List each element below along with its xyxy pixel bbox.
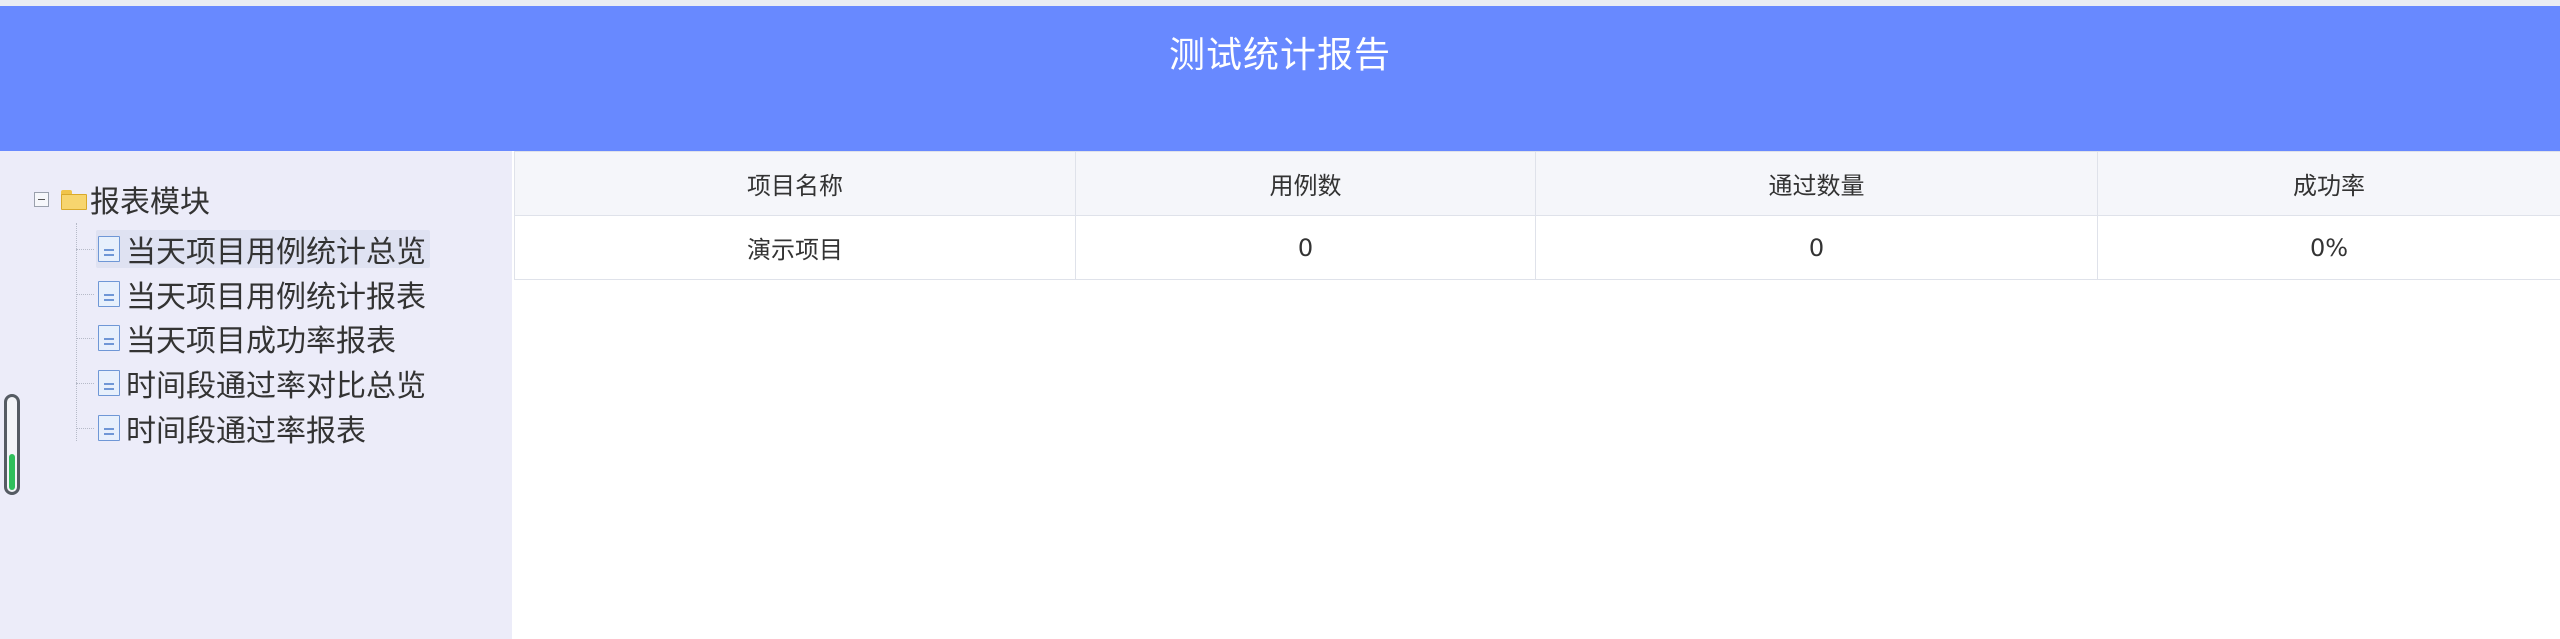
cell-pass-count: 0 (1535, 215, 2098, 280)
page-header: 测试统计报告 (0, 6, 2560, 151)
cell-project-name: 演示项目 (514, 215, 1076, 280)
document-icon (98, 325, 120, 351)
column-header-success-rate[interactable]: 成功率 (2097, 151, 2560, 216)
page-title: 测试统计报告 (1168, 35, 1391, 76)
tree-item-label: 当天项目用例统计报表 (126, 280, 426, 315)
cell-case-count: 0 (1075, 215, 1536, 280)
tree-item-daily-success-report[interactable]: 当天项目成功率报表 (76, 319, 400, 359)
tree-node-label: 报表模块 (90, 185, 210, 220)
column-header-case-count[interactable]: 用例数 (1075, 151, 1536, 216)
vertical-scroll-handle[interactable] (4, 394, 20, 495)
scroll-handle-fill (9, 454, 15, 490)
cell-success-rate: 0% (2097, 215, 2560, 280)
tree-item-highlight: 当天项目用例统计总览 (96, 230, 430, 270)
document-icon (98, 415, 120, 441)
stats-table: 项目名称 用例数 通过数量 成功率 演示项目 0 0 0% (514, 151, 2560, 280)
column-header-project-name[interactable]: 项目名称 (514, 151, 1076, 216)
table-row[interactable]: 演示项目 0 0 0% (514, 215, 2560, 280)
column-header-pass-count[interactable]: 通过数量 (1535, 151, 2098, 216)
tree-item-label: 时间段通过率对比总览 (126, 369, 426, 404)
table-header-row: 项目名称 用例数 通过数量 成功率 (514, 151, 2560, 216)
collapse-minus-icon[interactable] (34, 191, 49, 207)
document-icon (98, 281, 120, 307)
sidebar-tree: 报表模块 当天项目用例统计总览 当天项目用例统计报表 当天项目成功率报表 时间段… (0, 151, 512, 639)
tree-node-report-module[interactable]: 报表模块 (34, 181, 210, 220)
tree-item-label: 当天项目用例统计总览 (126, 235, 426, 270)
tree-item-period-pass-report[interactable]: 时间段通过率报表 (76, 409, 370, 449)
tree-item-daily-case-overview[interactable]: 当天项目用例统计总览 (76, 230, 430, 270)
tree-item-label: 时间段通过率报表 (126, 414, 366, 449)
tree-item-period-compare-overview[interactable]: 时间段通过率对比总览 (76, 364, 430, 404)
tree-item-daily-case-report[interactable]: 当天项目用例统计报表 (76, 275, 430, 315)
tree-item-label: 当天项目成功率报表 (126, 324, 396, 359)
main-content: 项目名称 用例数 通过数量 成功率 演示项目 0 0 0% (512, 151, 2560, 639)
folder-open-icon (61, 188, 87, 210)
document-icon (98, 370, 120, 396)
document-icon (98, 236, 120, 262)
